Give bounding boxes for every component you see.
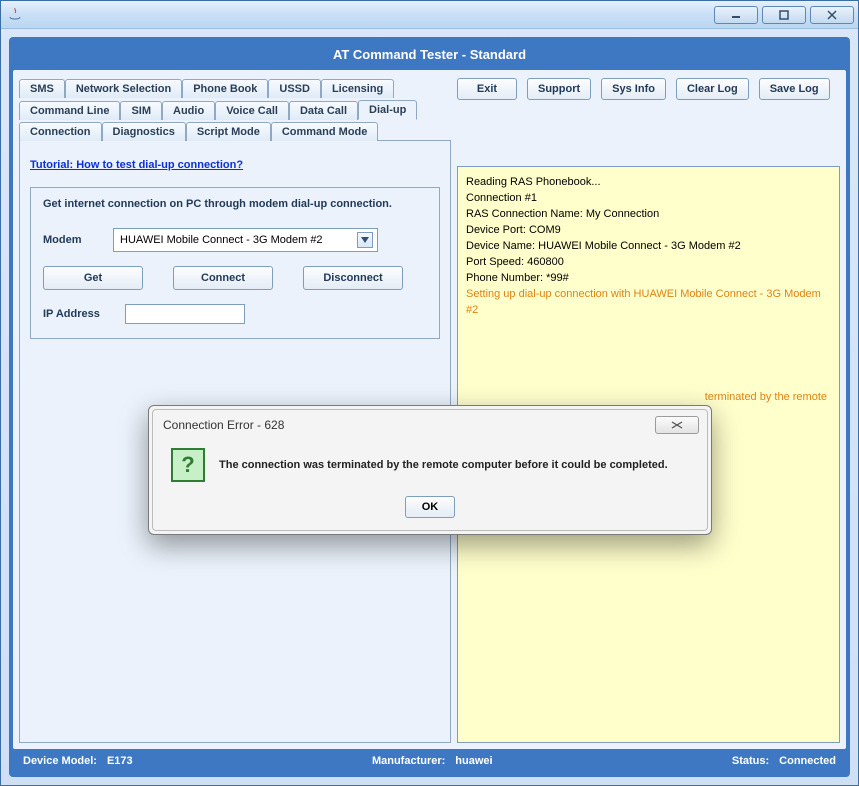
get-button[interactable]: Get <box>43 266 143 290</box>
status-mfr-value: huawei <box>455 755 492 767</box>
status-model-value: E173 <box>107 755 133 767</box>
tab-command-line[interactable]: Command Line <box>19 101 120 120</box>
tab-sms[interactable]: SMS <box>19 79 65 98</box>
tab-sim[interactable]: SIM <box>120 101 162 120</box>
tab-audio[interactable]: Audio <box>162 101 215 120</box>
tab-network-selection[interactable]: Network Selection <box>65 79 182 98</box>
error-dialog: Connection Error - 628 ? The connection … <box>148 405 712 535</box>
modem-label: Modem <box>43 234 101 246</box>
status-bar: Device Model: E173 Manufacturer: huawei … <box>13 749 846 773</box>
dialup-group: Get internet connection on PC through mo… <box>30 187 440 339</box>
tutorial-link[interactable]: Tutorial: How to test dial-up connection… <box>30 159 440 171</box>
minimize-button[interactable] <box>714 6 758 24</box>
savelog-button[interactable]: Save Log <box>759 78 830 100</box>
support-button[interactable]: Support <box>527 78 591 100</box>
log-line-highlight: terminated by the remote <box>466 390 831 406</box>
tab-ussd[interactable]: USSD <box>268 79 321 98</box>
status-model-label: Device Model: <box>23 755 97 767</box>
disconnect-button[interactable]: Disconnect <box>303 266 403 290</box>
tab-diagnostics[interactable]: Diagnostics <box>102 122 186 141</box>
tab-dial-up[interactable]: Dial-up <box>358 100 417 120</box>
java-icon <box>7 7 23 23</box>
log-line: RAS Connection Name: My Connection <box>466 207 831 223</box>
maximize-button[interactable] <box>762 6 806 24</box>
dialog-message: The connection was terminated by the rem… <box>219 459 668 471</box>
question-icon: ? <box>171 448 205 482</box>
app-title: AT Command Tester - Standard <box>13 41 846 70</box>
dialup-group-title: Get internet connection on PC through mo… <box>43 198 427 210</box>
tab-command-mode[interactable]: Command Mode <box>271 122 379 141</box>
log-line: Device Port: COM9 <box>466 223 831 239</box>
log-line: Phone Number: *99# <box>466 271 831 287</box>
status-value: Connected <box>779 755 836 767</box>
modem-select[interactable]: HUAWEI Mobile Connect - 3G Modem #2 <box>113 228 378 252</box>
tab-script-mode[interactable]: Script Mode <box>186 122 271 141</box>
dialog-ok-button[interactable]: OK <box>405 496 456 518</box>
window-titlebar <box>1 1 858 29</box>
dialog-title: Connection Error - 628 <box>163 418 284 432</box>
tab-data-call[interactable]: Data Call <box>289 101 358 120</box>
tab-connection[interactable]: Connection <box>19 122 102 141</box>
log-line: Reading RAS Phonebook... <box>466 175 831 191</box>
sysinfo-button[interactable]: Sys Info <box>601 78 666 100</box>
tab-voice-call[interactable]: Voice Call <box>215 101 289 120</box>
status-mfr-label: Manufacturer: <box>372 755 445 767</box>
tab-bar: SMS Network Selection Phone Book USSD Li… <box>19 76 451 140</box>
dialog-close-button[interactable] <box>655 416 699 434</box>
clearlog-button[interactable]: Clear Log <box>676 78 749 100</box>
connect-button[interactable]: Connect <box>173 266 273 290</box>
chevron-down-icon <box>357 232 373 248</box>
exit-button[interactable]: Exit <box>457 78 517 100</box>
ip-address-field[interactable] <box>125 304 245 324</box>
status-label: Status: <box>732 755 769 767</box>
ip-address-label: IP Address <box>43 308 113 320</box>
tab-phone-book[interactable]: Phone Book <box>182 79 268 98</box>
tab-licensing[interactable]: Licensing <box>321 79 394 98</box>
window-chrome: AT Command Tester - Standard SMS Network… <box>0 0 859 786</box>
log-line-highlight: Setting up dial-up connection with HUAWE… <box>466 287 831 319</box>
log-line: Port Speed: 460800 <box>466 255 831 271</box>
log-line: Device Name: HUAWEI Mobile Connect - 3G … <box>466 239 831 255</box>
close-button[interactable] <box>810 6 854 24</box>
log-line: Connection #1 <box>466 191 831 207</box>
app-frame: AT Command Tester - Standard SMS Network… <box>9 37 850 777</box>
modem-select-value: HUAWEI Mobile Connect - 3G Modem #2 <box>120 234 323 246</box>
